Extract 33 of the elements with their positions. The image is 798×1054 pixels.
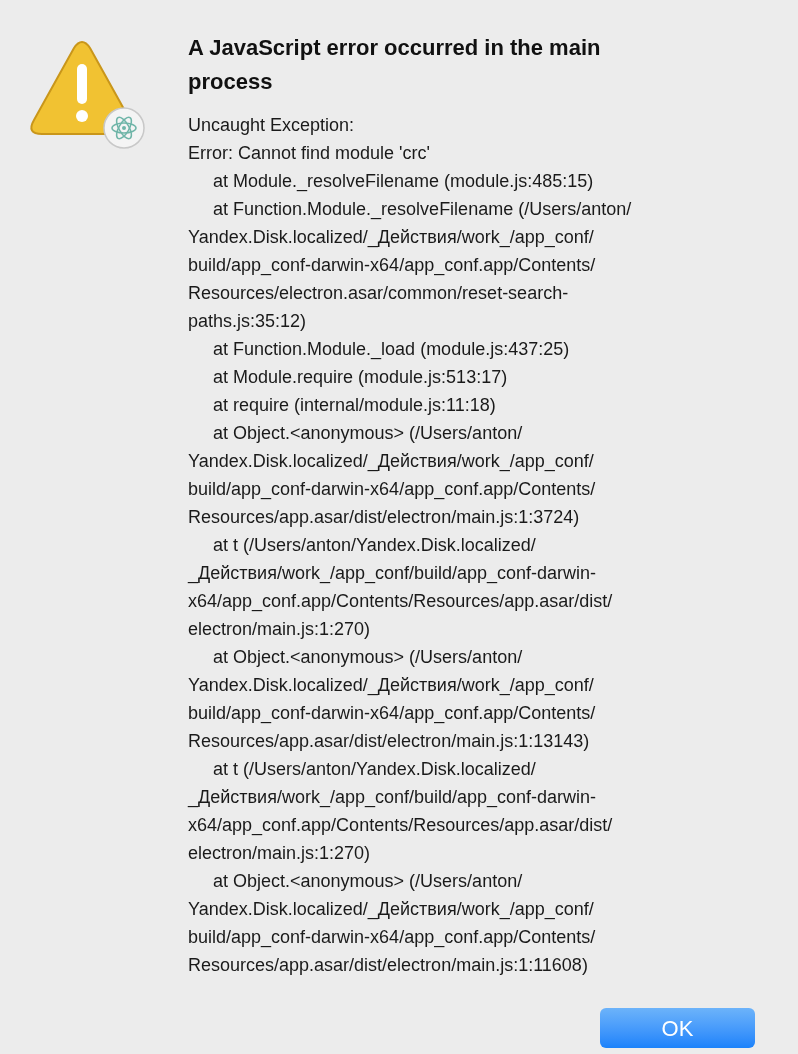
error-text-line: Error: Cannot find module 'crc' [188, 143, 430, 163]
error-text-line: at t (/Users/anton/Yandex.Disk.localized/ [213, 535, 536, 555]
error-text-line: Yandex.Disk.localized/_Действия/work_/app_conf/ [188, 451, 594, 471]
ok-button[interactable]: OK [600, 1008, 755, 1048]
error-text-line: Yandex.Disk.localized/_Действия/work_/app_conf/ [188, 227, 594, 247]
error-text-line: build/app_conf-darwin-x64/app_conf.app/Contents/ [188, 703, 596, 723]
error-text-line: Uncaught Exception: [188, 115, 355, 135]
error-text-line: Yandex.Disk.localized/_Действия/work_/app_conf/ [188, 675, 594, 695]
error-text-line: build/app_conf-darwin-x64/app_conf.app/Contents/ [188, 927, 596, 947]
error-text-line: at Module.require (module.js:513:17) [213, 367, 508, 387]
error-text-line: at Object.<anonymous> (/Users/anton/ [213, 871, 523, 891]
error-text-line: build/app_conf-darwin-x64/app_conf.app/Contents/ [188, 479, 596, 499]
error-text-line: x64/app_conf.app/Contents/Resources/app.asar/dist/ [188, 591, 613, 611]
error-text-line: paths.js:35:12) [188, 311, 307, 331]
error-text-line: Yandex.Disk.localized/_Действия/work_/app_conf/ [188, 899, 594, 919]
error-text-line: at Object.<anonymous> (/Users/anton/ [213, 647, 523, 667]
error-text-line: x64/app_conf.app/Contents/Resources/app.asar/dist/ [188, 815, 613, 835]
error-text-line: electron/main.js:1:270) [188, 843, 371, 863]
error-text-line: _Действия/work_/app_conf/build/app_conf-darwin- [188, 563, 597, 583]
error-text-line: Resources/app.asar/dist/electron/main.js:1:3724) [188, 507, 580, 527]
dialog-title: A JavaScript error occurred in the main process [188, 34, 602, 96]
error-text-line: Resources/electron.asar/common/reset-search- [188, 283, 569, 303]
error-text-line: at require (internal/module.js:11:18) [213, 395, 496, 415]
error-text-line: at Object.<anonymous> (/Users/anton/ [213, 423, 523, 443]
error-text-line: at Module._resolveFilename (module.js:485:15) [213, 171, 594, 191]
error-text-line: Resources/app.asar/dist/electron/main.js:1:11608) [188, 955, 588, 975]
error-text-line: Resources/app.asar/dist/electron/main.js:1:13143) [188, 731, 590, 751]
error-text-line: _Действия/work_/app_conf/build/app_conf-darwin- [188, 787, 597, 807]
error-text-line: build/app_conf-darwin-x64/app_conf.app/Contents/ [188, 255, 596, 275]
error-text-line: at Function.Module._load (module.js:437:25) [213, 339, 570, 359]
error-text-line: electron/main.js:1:270) [188, 619, 371, 639]
error-text-line: at Function.Module._resolveFilename (/Users/anton/ [213, 199, 632, 219]
error-text-line: at t (/Users/anton/Yandex.Disk.localized/ [213, 759, 536, 779]
